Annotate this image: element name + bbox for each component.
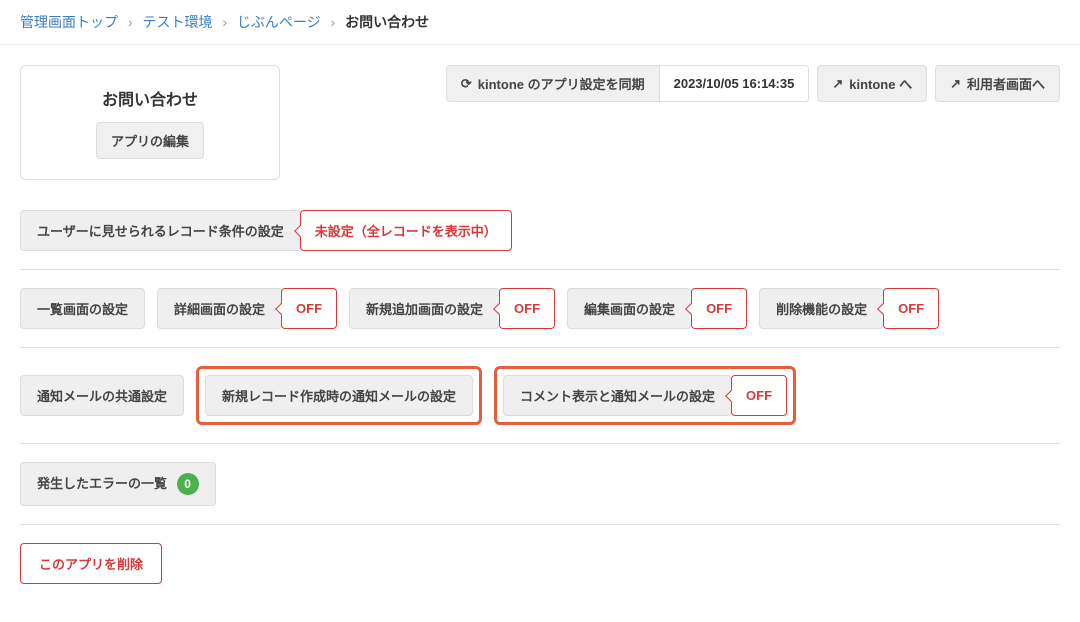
external-link-icon: ↗ <box>950 76 961 92</box>
sync-group: ⟳ kintone のアプリ設定を同期 2023/10/05 16:14:35 <box>446 65 809 102</box>
edit-screen-button[interactable]: 編集画面の設定 <box>567 288 692 329</box>
chevron-icon: › <box>128 14 133 30</box>
new-record-mail-button[interactable]: 新規レコード作成時の通知メールの設定 <box>205 375 473 416</box>
to-user-page-button[interactable]: ↗ 利用者画面へ <box>935 65 1060 102</box>
errors-count-badge: 0 <box>177 473 199 495</box>
delete-function-button[interactable]: 削除機能の設定 <box>759 288 884 329</box>
external-link-icon: ↗ <box>832 76 843 92</box>
breadcrumb: 管理画面トップ › テスト環境 › じぶんページ › お問い合わせ <box>0 0 1080 45</box>
sync-icon: ⟳ <box>461 76 472 92</box>
delete-function-status: OFF <box>883 288 939 329</box>
to-user-page-label: 利用者画面へ <box>967 74 1045 93</box>
to-kintone-button[interactable]: ↗ kintone へ <box>817 65 927 102</box>
app-card: お問い合わせ アプリの編集 <box>20 65 280 180</box>
sync-label: kintone のアプリ設定を同期 <box>478 74 645 93</box>
breadcrumb-link-my-page[interactable]: じぶんページ <box>237 14 321 30</box>
detail-screen-status: OFF <box>281 288 337 329</box>
errors-section: 発生したエラーの一覧 0 <box>20 462 1060 525</box>
sync-kintone-button[interactable]: ⟳ kintone のアプリ設定を同期 <box>447 66 659 101</box>
list-screen-button[interactable]: 一覧画面の設定 <box>20 288 145 329</box>
mail-common-button[interactable]: 通知メールの共通設定 <box>20 375 184 416</box>
breadcrumb-link-test-env[interactable]: テスト環境 <box>142 14 212 30</box>
top-actions: ⟳ kintone のアプリ設定を同期 2023/10/05 16:14:35 … <box>446 65 1060 102</box>
to-kintone-label: kintone へ <box>849 74 912 93</box>
sync-timestamp: 2023/10/05 16:14:35 <box>659 66 809 101</box>
edit-screen-status: OFF <box>691 288 747 329</box>
highlight-new-record-mail: 新規レコード作成時の通知メールの設定 <box>196 366 482 425</box>
delete-app-section: このアプリを削除 <box>20 543 1060 602</box>
errors-list-button[interactable]: 発生したエラーの一覧 0 <box>20 462 216 506</box>
breadcrumb-link-admin-top[interactable]: 管理画面トップ <box>20 14 118 30</box>
comment-mail-status: OFF <box>731 375 787 416</box>
create-screen-button[interactable]: 新規追加画面の設定 <box>349 288 500 329</box>
chevron-icon: › <box>331 14 336 30</box>
mail-section: 通知メールの共通設定 新規レコード作成時の通知メールの設定 コメント表示と通知メ… <box>20 366 1060 444</box>
top-row: お問い合わせ アプリの編集 ⟳ kintone のアプリ設定を同期 2023/1… <box>20 65 1060 180</box>
record-condition-button[interactable]: ユーザーに見せられるレコード条件の設定 <box>20 210 301 251</box>
app-title: お問い合わせ <box>57 86 243 110</box>
record-condition-section: ユーザーに見せられるレコード条件の設定 未設定（全レコードを表示中） <box>20 210 1060 270</box>
comment-mail-button[interactable]: コメント表示と通知メールの設定 <box>503 375 732 416</box>
main-content: お問い合わせ アプリの編集 ⟳ kintone のアプリ設定を同期 2023/1… <box>0 45 1080 622</box>
errors-label: 発生したエラーの一覧 <box>37 476 167 491</box>
screens-section: 一覧画面の設定 詳細画面の設定 OFF 新規追加画面の設定 OFF 編集画面の設… <box>20 288 1060 348</box>
chevron-icon: › <box>222 14 227 30</box>
breadcrumb-current: お問い合わせ <box>345 14 429 30</box>
delete-app-button[interactable]: このアプリを削除 <box>20 543 162 584</box>
record-condition-status: 未設定（全レコードを表示中） <box>300 210 512 251</box>
detail-screen-button[interactable]: 詳細画面の設定 <box>157 288 282 329</box>
create-screen-status: OFF <box>499 288 555 329</box>
highlight-comment-mail: コメント表示と通知メールの設定 OFF <box>494 366 796 425</box>
edit-app-button[interactable]: アプリの編集 <box>96 122 204 159</box>
